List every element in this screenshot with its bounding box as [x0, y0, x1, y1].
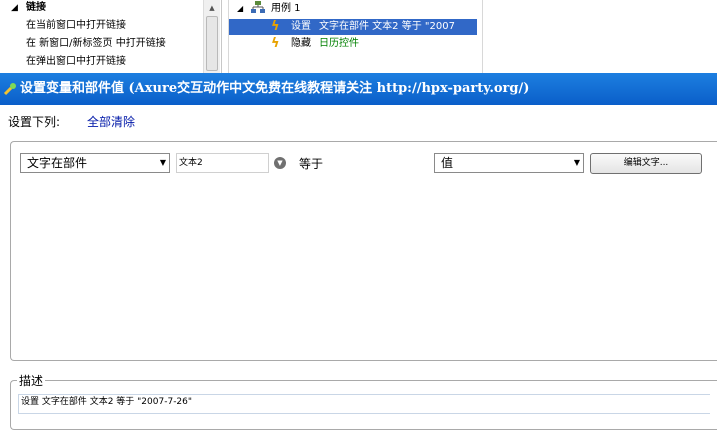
wrench-icon — [3, 83, 16, 96]
action-text: 文字在部件 文本2 等于 "2007 — [319, 21, 455, 32]
target-type-value: 文字在部件 — [27, 156, 88, 170]
flow-icon — [251, 1, 265, 19]
scroll-up-arrow-icon[interactable]: ▲ — [204, 0, 220, 16]
action-prefix: 设置 — [291, 21, 311, 32]
case-label[interactable]: 用例 1 — [271, 1, 301, 16]
action-prefix: 隐藏 — [291, 38, 311, 49]
action-open-new-tab[interactable]: 在 新窗口/新标签页 中打开链接 — [26, 38, 166, 50]
widget-picker-dropdown-icon[interactable]: ▼ — [274, 157, 286, 169]
case-tree-panel: ◢ 用例 1 ϟ 设置 文字在部件 文本2 等于 "2007 ϟ 隐藏 日历控件 — [228, 0, 483, 73]
action-text: 日历控件 — [319, 38, 359, 49]
target-type-select[interactable]: 文字在部件 ▼ — [20, 153, 170, 173]
collapse-icon[interactable]: ◢ — [11, 2, 18, 14]
target-widget-field[interactable]: 文本2 — [176, 153, 269, 173]
actions-scrollbar[interactable]: ▲ — [203, 0, 220, 73]
actions-list-panel: ◢ 链接 在当前窗口中打开链接 在 新窗口/新标签页 中打开链接 在弹出窗口中打… — [0, 0, 222, 73]
actions-category-links[interactable]: 链接 — [26, 2, 46, 14]
dialog-titlebar[interactable]: 设置变量和部件值 (Axure交互动作中文免费在线教程请关注 http://hp… — [0, 73, 717, 105]
description-legend: 描述 — [17, 372, 46, 389]
action-open-current-window[interactable]: 在当前窗口中打开链接 — [26, 20, 126, 32]
chevron-down-icon: ▼ — [159, 158, 166, 167]
edit-text-button[interactable]: 编辑文字... — [590, 153, 702, 174]
lightning-icon: ϟ — [271, 19, 280, 34]
lightning-icon: ϟ — [271, 36, 280, 51]
value-type-value: 值 — [441, 156, 454, 170]
description-text[interactable]: 设置 文字在部件 文本2 等于 "2007-7-26" — [18, 394, 710, 414]
chevron-down-icon: ▼ — [573, 158, 580, 167]
set-below-label: 设置下列: — [8, 115, 61, 129]
clear-all-link[interactable]: 全部清除 — [87, 113, 135, 130]
equals-label: 等于 — [299, 157, 324, 171]
value-type-select[interactable]: 值 ▼ — [434, 153, 584, 173]
tree-action-selected[interactable]: ϟ 设置 文字在部件 文本2 等于 "2007 — [229, 19, 477, 35]
settings-group — [10, 141, 717, 361]
action-open-popup[interactable]: 在弹出窗口中打开链接 — [26, 56, 126, 68]
dialog-title: 设置变量和部件值 (Axure交互动作中文免费在线教程请关注 http://hp… — [20, 81, 530, 96]
tree-collapse-icon[interactable]: ◢ — [237, 1, 243, 16]
scrollbar-thumb[interactable] — [206, 16, 218, 71]
